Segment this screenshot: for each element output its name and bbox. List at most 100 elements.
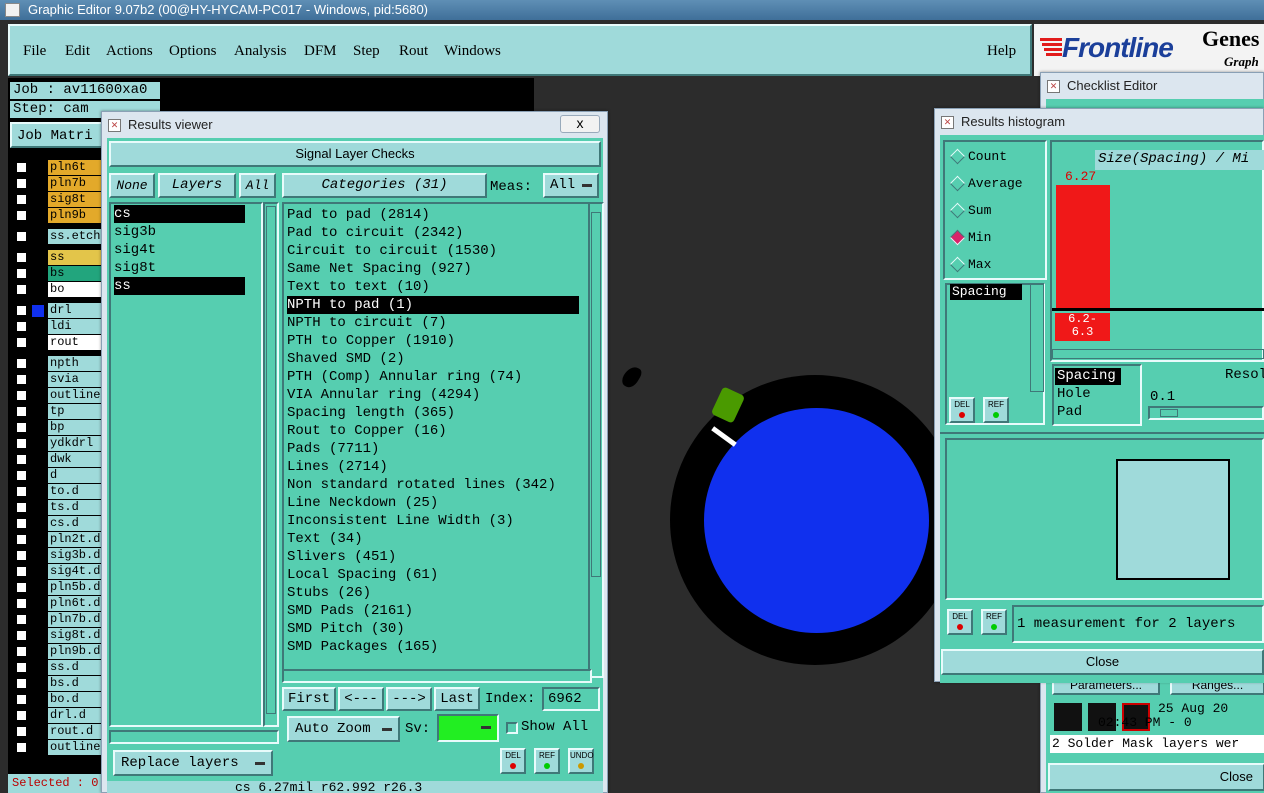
category-item[interactable]: Non standard rotated lines (342) bbox=[287, 476, 579, 494]
layer-marker[interactable] bbox=[32, 502, 44, 514]
layer-checkbox[interactable] bbox=[16, 726, 27, 737]
category-item[interactable]: Pad to pad (2814) bbox=[287, 206, 579, 224]
layer-marker[interactable] bbox=[32, 358, 44, 370]
layer-marker[interactable] bbox=[32, 438, 44, 450]
layer-row[interactable]: ss bbox=[14, 250, 102, 265]
layer-row[interactable]: dwk bbox=[14, 452, 102, 467]
menu-step[interactable]: Step bbox=[353, 43, 380, 60]
ref-button[interactable]: REF bbox=[983, 397, 1009, 423]
layer-row[interactable]: pln7b.d bbox=[14, 612, 102, 627]
layer-name[interactable]: to.d bbox=[48, 484, 102, 499]
layer-marker[interactable] bbox=[32, 518, 44, 530]
sv-color-dropdown[interactable] bbox=[437, 714, 499, 742]
category-item[interactable]: Inconsistent Line Width (3) bbox=[287, 512, 579, 530]
layer-marker[interactable] bbox=[32, 252, 44, 264]
category-item[interactable]: Pad to circuit (2342) bbox=[287, 224, 579, 242]
undo-button[interactable]: UNDO bbox=[568, 748, 594, 774]
checklist-close-button[interactable]: Close bbox=[1048, 763, 1264, 791]
auto-zoom-dropdown[interactable]: Auto Zoom bbox=[287, 716, 400, 742]
category-item[interactable]: PTH to Copper (1910) bbox=[287, 332, 579, 350]
layer-marker[interactable] bbox=[32, 470, 44, 482]
layer-row[interactable]: pln2t.d bbox=[14, 532, 102, 547]
category-item[interactable]: NPTH to circuit (7) bbox=[287, 314, 579, 332]
layer-name[interactable]: bs.d bbox=[48, 676, 102, 691]
layer-marker[interactable] bbox=[32, 374, 44, 386]
layer-marker[interactable] bbox=[32, 534, 44, 546]
layer-name[interactable]: sig3b.d bbox=[48, 548, 102, 563]
layer-checkbox[interactable] bbox=[16, 614, 27, 625]
category-item[interactable]: NPTH to pad (1) bbox=[287, 296, 579, 314]
histogram-hscroll[interactable] bbox=[1052, 349, 1264, 359]
layer-checkbox[interactable] bbox=[16, 502, 27, 513]
layer-checkbox[interactable] bbox=[16, 630, 27, 641]
ref-button[interactable]: REF bbox=[981, 609, 1007, 635]
layer-marker[interactable] bbox=[32, 210, 44, 222]
layers-list[interactable]: cs sig3b sig4t sig8t ss bbox=[109, 202, 263, 727]
type-item-spacing[interactable]: Spacing bbox=[1055, 368, 1121, 385]
layer-marker[interactable] bbox=[32, 566, 44, 578]
layer-marker[interactable] bbox=[32, 678, 44, 690]
layer-name[interactable]: pln7b.d bbox=[48, 612, 102, 627]
layer-checkbox[interactable] bbox=[16, 694, 27, 705]
layer-checkbox[interactable] bbox=[16, 337, 27, 348]
layer-row[interactable]: ldi bbox=[14, 319, 102, 334]
layer-list-item[interactable]: sig3b bbox=[114, 223, 245, 241]
layer-name[interactable]: ss bbox=[48, 250, 102, 265]
layer-marker[interactable] bbox=[32, 726, 44, 738]
previous-button[interactable]: <--- bbox=[338, 687, 384, 711]
layer-name[interactable]: dwk bbox=[48, 452, 102, 467]
layer-row[interactable]: sig8t bbox=[14, 192, 102, 207]
layer-checkbox[interactable] bbox=[16, 438, 27, 449]
categories-list[interactable]: Pad to pad (2814) Pad to circuit (2342) Ci… bbox=[282, 202, 593, 678]
layer-checkbox[interactable] bbox=[16, 358, 27, 369]
layer-name[interactable]: pln9b bbox=[48, 208, 102, 223]
layer-row[interactable]: sig3b.d bbox=[14, 548, 102, 563]
layer-name[interactable]: d bbox=[48, 468, 102, 483]
layer-marker[interactable] bbox=[32, 630, 44, 642]
layer-checkbox[interactable] bbox=[16, 710, 27, 721]
layer-row[interactable]: svia bbox=[14, 372, 102, 387]
layer-marker[interactable] bbox=[32, 646, 44, 658]
layer-name[interactable]: sig8t bbox=[48, 192, 102, 207]
layer-marker[interactable] bbox=[32, 406, 44, 418]
layer-row[interactable]: rout.d bbox=[14, 724, 102, 739]
layer-name[interactable]: outline bbox=[48, 388, 102, 403]
scroll-thumb[interactable] bbox=[266, 206, 276, 714]
layers-scrollbar[interactable] bbox=[263, 202, 279, 727]
category-item[interactable]: Text (34) bbox=[287, 530, 579, 548]
layer-marker[interactable] bbox=[32, 662, 44, 674]
layer-name[interactable]: drl.d bbox=[48, 708, 102, 723]
category-item[interactable]: Rout to Copper (16) bbox=[287, 422, 579, 440]
layer-row[interactable]: bo.d bbox=[14, 692, 102, 707]
layer-checkbox[interactable] bbox=[16, 231, 27, 242]
close-icon[interactable]: x bbox=[560, 115, 600, 133]
category-item[interactable]: Text to text (10) bbox=[287, 278, 579, 296]
category-item[interactable]: Line Neckdown (25) bbox=[287, 494, 579, 512]
layer-marker[interactable] bbox=[32, 694, 44, 706]
category-item[interactable]: Circuit to circuit (1530) bbox=[287, 242, 579, 260]
layer-marker[interactable] bbox=[32, 284, 44, 296]
layer-marker[interactable] bbox=[32, 321, 44, 333]
layer-marker[interactable] bbox=[32, 337, 44, 349]
layer-row[interactable]: outline bbox=[14, 388, 102, 403]
category-item[interactable]: Local Spacing (61) bbox=[287, 566, 579, 584]
show-all-checkbox[interactable] bbox=[506, 722, 518, 734]
histogram-range-label[interactable]: 6.2- 6.3 bbox=[1055, 313, 1110, 341]
layer-row[interactable]: ss.d bbox=[14, 660, 102, 675]
del-button[interactable]: DEL bbox=[500, 748, 526, 774]
layer-marker[interactable] bbox=[32, 390, 44, 402]
del-button[interactable]: DEL bbox=[947, 609, 973, 635]
layer-name[interactable]: rout.d bbox=[48, 724, 102, 739]
layer-name[interactable]: bo bbox=[48, 282, 102, 297]
layer-marker[interactable] bbox=[32, 422, 44, 434]
layer-row[interactable]: bs bbox=[14, 266, 102, 281]
layer-list-item[interactable]: sig8t bbox=[114, 259, 245, 277]
layer-row[interactable]: cs.d bbox=[14, 516, 102, 531]
first-button[interactable]: First bbox=[282, 687, 336, 711]
category-item[interactable]: Shaved SMD (2) bbox=[287, 350, 579, 368]
layer-checkbox[interactable] bbox=[16, 566, 27, 577]
layer-row[interactable]: ts.d bbox=[14, 500, 102, 515]
layer-name[interactable]: sig8t.d bbox=[48, 628, 102, 643]
layer-checkbox[interactable] bbox=[16, 162, 27, 173]
layer-name[interactable]: outline bbox=[48, 740, 102, 755]
